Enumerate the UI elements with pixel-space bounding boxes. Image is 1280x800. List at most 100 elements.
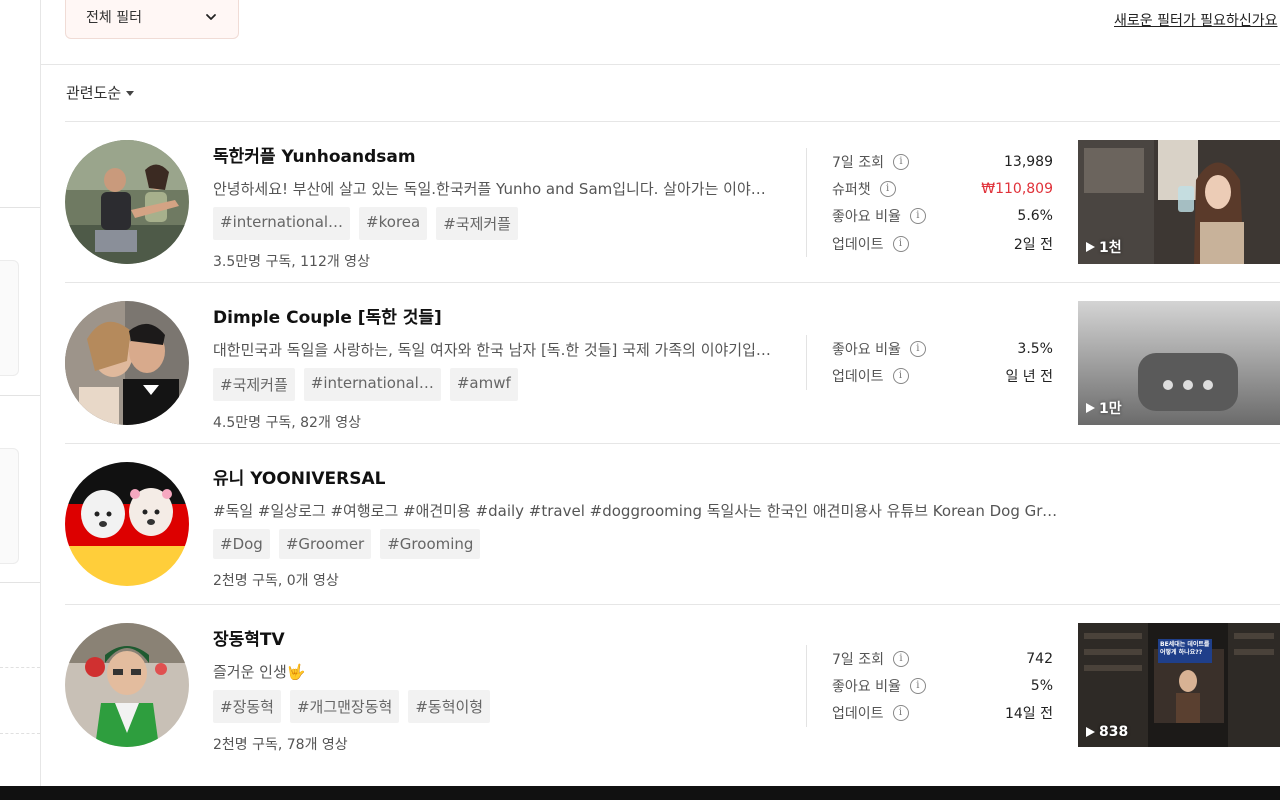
- stat-like-ratio: 좋아요 비율 i 5.6%: [832, 203, 1053, 230]
- stat-label: 업데이트: [832, 706, 884, 723]
- channel-name[interactable]: 장동혁TV: [213, 625, 783, 650]
- all-filter-dropdown[interactable]: 전체 필터: [65, 0, 239, 39]
- channel-avatar[interactable]: [65, 623, 189, 747]
- info-icon[interactable]: i: [909, 677, 926, 694]
- stat-label: 좋아요 비율: [832, 341, 901, 358]
- stat-label: 슈퍼챗: [832, 181, 871, 198]
- stat-superchat: 슈퍼챗 i ₩110,809: [832, 175, 1053, 202]
- video-views-badge: 838: [1086, 724, 1128, 740]
- stat-7day-views: 7일 조회 i 742: [832, 645, 1053, 672]
- info-icon[interactable]: i: [893, 153, 909, 170]
- stat-label: 좋아요 비율: [832, 678, 901, 695]
- sidebar-divider: [0, 395, 40, 396]
- stat-value: 일 년 전: [1005, 368, 1053, 385]
- info-icon[interactable]: i: [879, 180, 896, 197]
- stat-7day-views: 7일 조회 i 13,989: [832, 148, 1053, 175]
- sidebar-card[interactable]: [0, 260, 19, 376]
- tag[interactable]: #국제커플: [213, 368, 295, 401]
- video-views: 838: [1099, 724, 1129, 740]
- sort-dropdown[interactable]: 관련도순: [66, 82, 135, 103]
- stat-value: 5%: [1030, 677, 1053, 694]
- channel-avatar[interactable]: [65, 462, 189, 586]
- channel-meta: 3.5만명 구독, 112개 영상: [213, 254, 370, 270]
- channel-row: 독한커플 Yunhoandsam 안녕하세요! 부산에 살고 있는 독일.한국커…: [65, 121, 1280, 282]
- play-icon: [1086, 242, 1095, 252]
- video-views-badge: 1만: [1086, 398, 1122, 418]
- bottom-bar: [0, 786, 1280, 800]
- left-sidebar: [0, 0, 41, 786]
- channel-description: 안녕하세요! 부산에 살고 있는 독일.한국커플 Yunho and Sam입니…: [213, 180, 777, 198]
- tag[interactable]: #Dog: [213, 529, 270, 559]
- stat-value: 742: [1026, 650, 1053, 667]
- stat-value: 5.6%: [1017, 208, 1053, 225]
- video-thumbnail[interactable]: 1천: [1078, 140, 1280, 264]
- sidebar-divider: [0, 582, 40, 583]
- tag-list: #국제커플 #international… #amwf: [213, 368, 783, 401]
- channel-name[interactable]: Dimple Couple [독한 것들]: [213, 303, 783, 328]
- stat-label: 업데이트: [832, 236, 884, 253]
- request-filter-link[interactable]: 새로운 필터가 필요하신가요: [1114, 10, 1277, 30]
- stat-value: 14일 전: [1004, 706, 1053, 723]
- info-icon[interactable]: i: [892, 367, 909, 384]
- tag[interactable]: #Groomer: [278, 529, 372, 559]
- stat-value: 13,989: [1004, 153, 1053, 170]
- channel-row: 유니 YOONIVERSAL #독일 #일상로그 #여행로그 #애견미용 #da…: [65, 443, 1280, 604]
- tag-list: #장동혁 #개그맨장동혁 #동혁이형: [213, 690, 783, 723]
- info-icon[interactable]: i: [909, 340, 926, 357]
- sidebar-card[interactable]: [0, 448, 19, 564]
- sidebar-divider: [0, 733, 40, 734]
- channel-description: 즐거운 인생🤟: [213, 663, 306, 681]
- channel-avatar[interactable]: [65, 301, 189, 425]
- stat-value: ₩110,809: [981, 180, 1053, 197]
- channel-stats: 7일 조회 i 742 좋아요 비율 i 5% 업데이트 i 14일 전: [806, 645, 1053, 727]
- tag[interactable]: #장동혁: [213, 690, 281, 723]
- stat-value: 2일 전: [1013, 236, 1053, 253]
- play-icon: [1086, 727, 1095, 737]
- video-views-badge: 1천: [1086, 237, 1122, 257]
- channel-stats: 좋아요 비율 i 3.5% 업데이트 i 일 년 전: [806, 335, 1053, 390]
- sort-label: 관련도순: [66, 84, 122, 102]
- tag[interactable]: #amwf: [449, 368, 518, 401]
- tag[interactable]: #Grooming: [380, 529, 481, 559]
- video-thumbnail[interactable]: BE세대는 데이트를 어떻게 하나요?? 838: [1078, 623, 1280, 747]
- tag-list: #international… #korea #국제커플: [213, 207, 783, 240]
- sidebar-divider: [0, 667, 40, 668]
- channel-meta: 4.5만명 구독, 82개 영상: [213, 415, 362, 431]
- channel-list: 독한커플 Yunhoandsam 안녕하세요! 부산에 살고 있는 독일.한국커…: [65, 121, 1280, 765]
- stat-updated: 업데이트 i 14일 전: [832, 700, 1053, 727]
- stat-label: 7일 조회: [832, 651, 884, 668]
- channel-stats: 7일 조회 i 13,989 슈퍼챗 i ₩110,809 좋아요 비율 i 5.6%…: [806, 148, 1053, 258]
- info-icon[interactable]: i: [892, 235, 909, 252]
- tag[interactable]: #international…: [303, 368, 441, 401]
- channel-name[interactable]: 독한커플 Yunhoandsam: [213, 142, 783, 167]
- stat-label: 7일 조회: [832, 154, 884, 171]
- stat-like-ratio: 좋아요 비율 i 5%: [832, 672, 1053, 699]
- tag[interactable]: #개그맨장동혁: [289, 690, 400, 723]
- tag[interactable]: #동혁이형: [408, 690, 491, 723]
- channel-name[interactable]: 유니 YOONIVERSAL: [213, 464, 1073, 489]
- stat-updated: 업데이트 i 일 년 전: [832, 362, 1053, 389]
- channel-meta: 2천명 구독, 78개 영상: [213, 737, 348, 753]
- play-icon: [1086, 403, 1095, 413]
- stat-like-ratio: 좋아요 비율 i 3.5%: [832, 335, 1053, 362]
- video-views: 1만: [1099, 401, 1122, 417]
- channel-row: Dimple Couple [독한 것들] 대한민국과 독일을 사랑하는, 독일…: [65, 282, 1280, 443]
- channel-description: 대한민국과 독일을 사랑하는, 독일 여자와 한국 남자 [독.한 것들] 국제…: [213, 341, 779, 359]
- stat-label: 업데이트: [832, 368, 884, 385]
- channel-description: #독일 #일상로그 #여행로그 #애견미용 #daily #travel #do…: [213, 502, 1058, 520]
- tag[interactable]: #국제커플: [436, 207, 518, 240]
- all-filter-label: 전체 필터: [86, 9, 142, 26]
- channel-row: 장동혁TV 즐거운 인생🤟 #장동혁 #개그맨장동혁 #동혁이형 2천명 구독,…: [65, 604, 1280, 765]
- video-thumbnail[interactable]: 1만: [1078, 301, 1280, 425]
- tag[interactable]: #international…: [213, 207, 351, 240]
- caret-down-icon: [126, 91, 135, 96]
- info-icon[interactable]: i: [893, 650, 909, 667]
- video-views: 1천: [1099, 240, 1122, 256]
- stat-updated: 업데이트 i 2일 전: [832, 230, 1053, 257]
- channel-avatar[interactable]: [65, 140, 189, 264]
- info-icon[interactable]: i: [909, 208, 926, 225]
- thumbnail-caption: BE세대는 데이트를 어떻게 하나요??: [1160, 641, 1210, 656]
- channel-meta: 2천명 구독, 0개 영상: [213, 573, 339, 589]
- info-icon[interactable]: i: [892, 705, 909, 722]
- tag[interactable]: #korea: [359, 207, 428, 240]
